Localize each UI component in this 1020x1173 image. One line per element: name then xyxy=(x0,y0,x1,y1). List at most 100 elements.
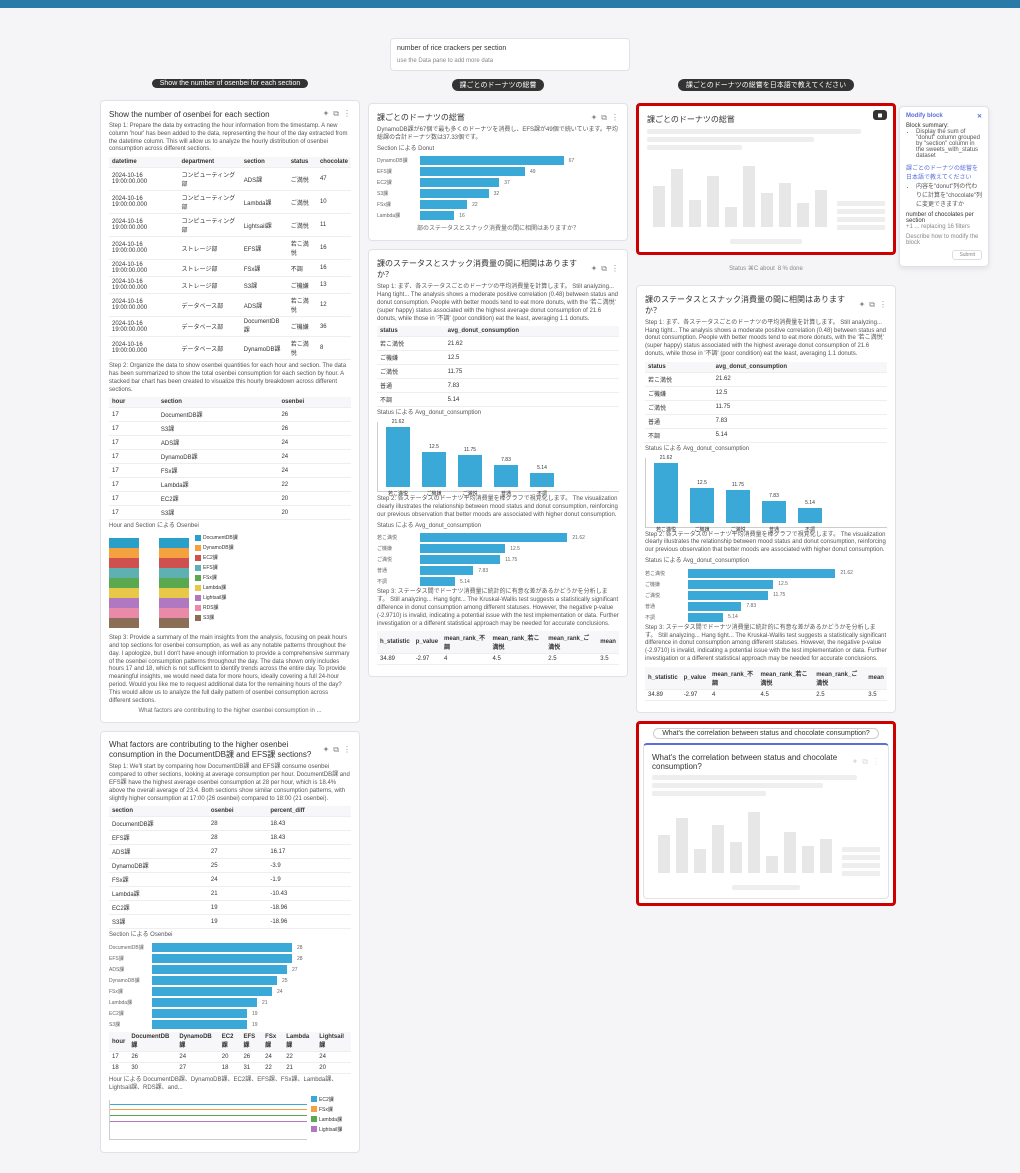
sparkle-icon[interactable]: ✦ xyxy=(591,113,598,123)
status-r-step1: Step 1: まず、各ステータスごとのドーナツの平均消費量を計算します。 St… xyxy=(645,320,887,359)
input-hint[interactable]: use the Data pane to add more data xyxy=(397,58,623,64)
table1: datetimedepartmentsectionstatuschocolate… xyxy=(109,157,351,360)
copy-icon[interactable]: ⧉ xyxy=(333,109,339,119)
modify-block-panel: Modify block✕ Block summary: Display the… xyxy=(899,106,989,267)
card-choc: What's the correlation between status an… xyxy=(643,743,889,899)
donuts-footer[interactable]: 部のステータスとスナック消費量の間に相関はありますか？ xyxy=(377,223,619,232)
copy-icon[interactable]: ⧉ xyxy=(333,745,339,755)
more-icon[interactable]: ⋮ xyxy=(343,109,351,119)
legend: DocumentDB課DynamoDB課EC2課EFS課FSx課Lambda課L… xyxy=(195,534,238,632)
status-chart2-title: Status による Avg_donut_consumption xyxy=(377,523,619,531)
panel-bullet2: 内容を"donut"列の代わりに計算を"chocolate"列に変更できますか xyxy=(916,181,982,208)
skeleton-chart xyxy=(647,153,833,233)
card-factors-title: What factors are contributing to the hig… xyxy=(109,740,323,760)
more-icon[interactable]: ⋮ xyxy=(343,745,351,755)
chart1-title: Hour and Section による Osenbei xyxy=(109,523,351,531)
input-title: number of rice crackers per section xyxy=(397,45,623,52)
status-step1: Step 1: まず、各ステータスごとのドーナツの平均消費量を計算します。 St… xyxy=(377,284,619,323)
skeleton-line xyxy=(730,239,801,244)
step3-text: Step 3: Provide a summary of the main in… xyxy=(109,635,351,705)
status-r-chart2-title: Status による Avg_donut_consumption xyxy=(645,558,887,566)
copy-icon: ⧉ xyxy=(862,757,868,767)
panel-hint: 課ごとのドーナツの総嘗を日本語で教えてください xyxy=(906,163,982,181)
skeleton-line xyxy=(652,775,857,780)
status-text: Status ⌘C about ８% done xyxy=(636,266,896,274)
panel-bullet: Display the sum of "donut" column groupe… xyxy=(916,129,982,159)
factors-chart-title: Section による Osenbei xyxy=(109,932,351,940)
card-choc-highlighted-wrap: What's the correlation between status an… xyxy=(636,721,896,906)
col3-tag: 課ごとのドーナツの総嘗を日本語で教えてください xyxy=(678,79,854,91)
card-donuts-jp: 課ごとのドーナツの総嘗 ✦⧉ ⋮ DynamoDB課が67個で最も多くのドーナツを… xyxy=(368,103,628,241)
donuts-chart-title: Section による Donut xyxy=(377,146,619,154)
copy-icon[interactable]: ⧉ xyxy=(869,300,875,310)
hl-title: 課ごとのドーナツの総嘗 xyxy=(647,114,735,125)
donuts-title: 課ごとのドーナツの総嘗 xyxy=(377,112,465,123)
col2-tag: 課ごとのドーナツの総嘗 xyxy=(452,79,545,91)
skeleton-chart xyxy=(652,799,838,879)
submit-button[interactable]: Submit xyxy=(952,250,982,260)
factors-table2: hourDocumentDB課DynamoDB課EC2課EFS課FSx課Lamb… xyxy=(109,1032,351,1074)
sparkle-icon[interactable]: ✦ xyxy=(323,109,330,119)
more-icon[interactable]: ⋮ xyxy=(611,113,619,123)
status-r-table: statusavg_donut_consumption 若こ満悦21.62ご機嫌… xyxy=(645,362,887,443)
status-chart1-title: Status による Avg_donut_consumption xyxy=(377,410,619,418)
more-icon[interactable]: ⋮ xyxy=(879,300,887,310)
table2: hoursectionosenbei 17DocumentDB課2617S3課2… xyxy=(109,397,351,520)
footer-prompt[interactable]: What factors are contributing to the hig… xyxy=(109,708,351,714)
choc-tag: What's the correlation between status an… xyxy=(653,728,879,739)
factors-bar-chart: DocumentDB課28EFS課28ADS課27DynamoDB課25FSx課… xyxy=(109,943,351,1029)
more-icon[interactable]: ⋮ xyxy=(611,264,619,274)
donuts-intro: DynamoDB課が67個で最も多くのドーナツを消費し、EFS課が49個で続いて… xyxy=(377,127,619,143)
card-factors: What factors are contributing to the hig… xyxy=(100,731,360,1152)
copy-icon[interactable]: ⧉ xyxy=(601,264,607,274)
line-legend: EC2課FSx課Lambda課Lightsail課 xyxy=(311,1096,351,1144)
step1-text: Step 1: Prepare the data by extracting t… xyxy=(109,123,351,154)
panel-title: Modify block xyxy=(906,113,943,120)
top-bar xyxy=(0,0,1020,8)
sparkle-icon: ✦ xyxy=(852,757,859,767)
skeleton-legend xyxy=(842,844,880,879)
skeleton-line xyxy=(732,885,800,890)
line-title: Hour による DocumentDB課、DynamoDB課、EC2課、EFS課… xyxy=(109,1077,351,1093)
status-table: statusavg_donut_consumption 若こ満悦21.62ご機嫌… xyxy=(377,326,619,407)
close-icon[interactable]: ✕ xyxy=(977,113,982,120)
status-r-step3: Step 3: ステータス間でドーナツ消費量に統計的に有意な差があるかどうかを分… xyxy=(645,625,887,664)
step2-text: Step 2: Organize the data to show osenbe… xyxy=(109,363,351,394)
input-card: number of rice crackers per section use … xyxy=(390,38,630,71)
panel-desc[interactable]: Describe how to modify the block xyxy=(906,234,982,246)
donuts-chart: DynamoDB課67EFS課49EC2課37S3課32FSx課22Lambda… xyxy=(377,156,619,220)
stop-icon[interactable]: ◼ xyxy=(873,110,887,120)
status-r-hbar-chart: 若こ満悦21.62ご機嫌12.5ご満悦11.75普通7.83不調5.14 xyxy=(645,569,887,622)
card-status-left: 課のステータスとスナック消費量の間に相関はありますか？ ✦⧉ ⋮ Step 1: … xyxy=(368,249,628,677)
panel-sub: +1 ... replacing 16 filters xyxy=(906,224,982,230)
card-donuts-highlighted: ◼ 課ごとのドーナツの総嘗 Modify block✕ Block summar… xyxy=(636,103,896,255)
more-icon: ⋮ xyxy=(872,757,880,767)
skeleton-line xyxy=(652,783,823,788)
panel-field-label: number of chocolates per section xyxy=(906,212,982,224)
sparkle-icon[interactable]: ✦ xyxy=(859,300,866,310)
skeleton-line xyxy=(647,145,742,150)
status-step2: Step 2: 各ステータスのドーナツ平均消費量を棒グラフで視覚化します。 Th… xyxy=(377,496,619,519)
stats-r-table: h_statisticp_valuemean_rank_不調mean_rank_… xyxy=(645,667,887,701)
status-hbar-chart: 若こ満悦21.62ご機嫌12.5ご満悦11.75普通7.83不調5.14 xyxy=(377,533,619,586)
card-status-right: 課のステータスとスナック消費量の間に相関はありますか？ ✦⧉⋮ Step 1: … xyxy=(636,285,896,713)
card-osenbei-title: Show the number of osenbei for each sect… xyxy=(109,110,270,119)
skeleton-line xyxy=(647,129,861,134)
stacked-chart xyxy=(109,538,189,628)
status-r-step2: Step 2: 各ステータスのドーナツ平均消費量を棒グラフで視覚化します。 Th… xyxy=(645,532,887,555)
line-chart xyxy=(109,1100,307,1140)
skeleton-line xyxy=(652,791,766,796)
status-r-vbar-chart: 21.62若こ満悦12.5ご機嫌11.75ご満悦7.83普通5.14不調 xyxy=(645,458,887,528)
factors-step1: Step 1: We'll start by comparing how Doc… xyxy=(109,764,351,803)
stats-table: h_statisticp_valuemean_rank_不調mean_rank_… xyxy=(377,631,619,665)
status-vbar-chart: 21.62若こ満悦12.5ご機嫌11.75ご満悦7.83普通5.14不調 xyxy=(377,422,619,492)
skeleton-line xyxy=(647,137,814,142)
choc-title: What's the correlation between status an… xyxy=(652,753,852,771)
sparkle-icon[interactable]: ✦ xyxy=(323,745,330,755)
col1-tag: Show the number of osenbei for each sect… xyxy=(152,79,308,88)
skeleton-legend xyxy=(837,198,885,233)
status-title: 課のステータスとスナック消費量の間に相関はありますか？ xyxy=(377,258,591,280)
status-step3: Step 3: ステータス間でドーナツ消費量に統計的に有意な差があるかどうかを分… xyxy=(377,589,619,628)
sparkle-icon[interactable]: ✦ xyxy=(591,264,598,274)
copy-icon[interactable]: ⧉ xyxy=(601,113,607,123)
